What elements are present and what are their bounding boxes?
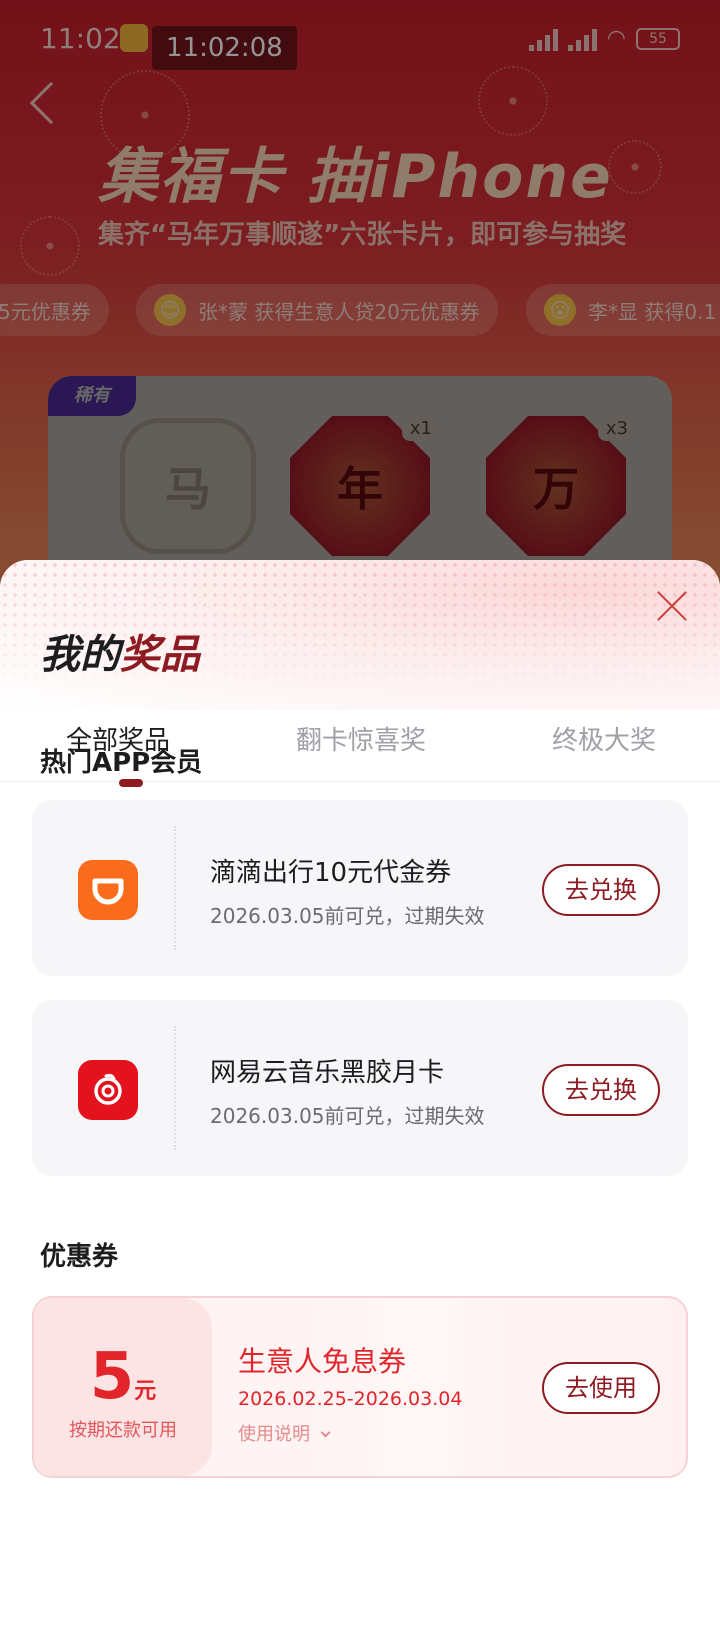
netease-glyph-icon	[94, 1073, 122, 1105]
coupon-condition: 按期还款可用	[69, 1420, 177, 1441]
redeem-button[interactable]: 去兑换	[542, 864, 660, 916]
prize-name: 滴滴出行10元代金券	[210, 858, 452, 888]
coupon-name: 生意人免息券	[238, 1345, 407, 1378]
my-prizes-sheet: 我的奖品 全部奖品 翻卡惊喜奖 终极大奖 热门APP会员 滴滴出行10元代金券 …	[0, 560, 720, 1640]
prize-expiry: 2026.03.05前可兑，过期失效	[210, 1104, 485, 1128]
section-title-coupons: 优惠券	[40, 1242, 119, 1272]
didi-glyph-icon	[92, 878, 124, 905]
use-coupon-button[interactable]: 去使用	[542, 1362, 660, 1414]
modal-backdrop[interactable]	[0, 0, 720, 600]
sheet-title-highlight: 奖品	[120, 632, 200, 678]
sheet-title-part: 我的	[40, 632, 120, 678]
coupon-card: 5元 按期还款可用 生意人免息券 2026.02.25-2026.03.04 使…	[32, 1296, 688, 1478]
prize-card: 滴滴出行10元代金券 2026.03.05前可兑，过期失效 去兑换	[32, 800, 688, 976]
tab-grand-prize[interactable]: 终极大奖	[459, 710, 720, 781]
prize-name: 网易云音乐黑胶月卡	[210, 1058, 445, 1088]
section-title-hot-app: 热门APP会员	[40, 748, 203, 778]
chevron-down-icon	[320, 1427, 331, 1438]
card-divider	[174, 826, 176, 950]
prize-expiry: 2026.03.05前可兑，过期失效	[210, 904, 485, 928]
redeem-button[interactable]: 去兑换	[542, 1064, 660, 1116]
prize-card: 网易云音乐黑胶月卡 2026.03.05前可兑，过期失效 去兑换	[32, 1000, 688, 1176]
coupon-usage-note-label: 使用说明	[238, 1424, 310, 1445]
coupon-date-range: 2026.02.25-2026.03.04	[238, 1388, 463, 1410]
netease-music-logo-icon	[78, 1060, 138, 1120]
close-icon[interactable]	[652, 586, 692, 626]
coupon-amount-value: 5	[89, 1340, 135, 1414]
coupon-usage-note[interactable]: 使用说明	[238, 1420, 331, 1446]
card-divider	[174, 1026, 176, 1150]
didi-logo-icon	[78, 860, 138, 920]
tab-flip-surprise[interactable]: 翻卡惊喜奖	[263, 710, 460, 781]
coupon-amount: 5元	[34, 1340, 212, 1414]
sheet-title: 我的奖品	[40, 622, 200, 680]
coupon-amount-unit: 元	[134, 1379, 157, 1404]
